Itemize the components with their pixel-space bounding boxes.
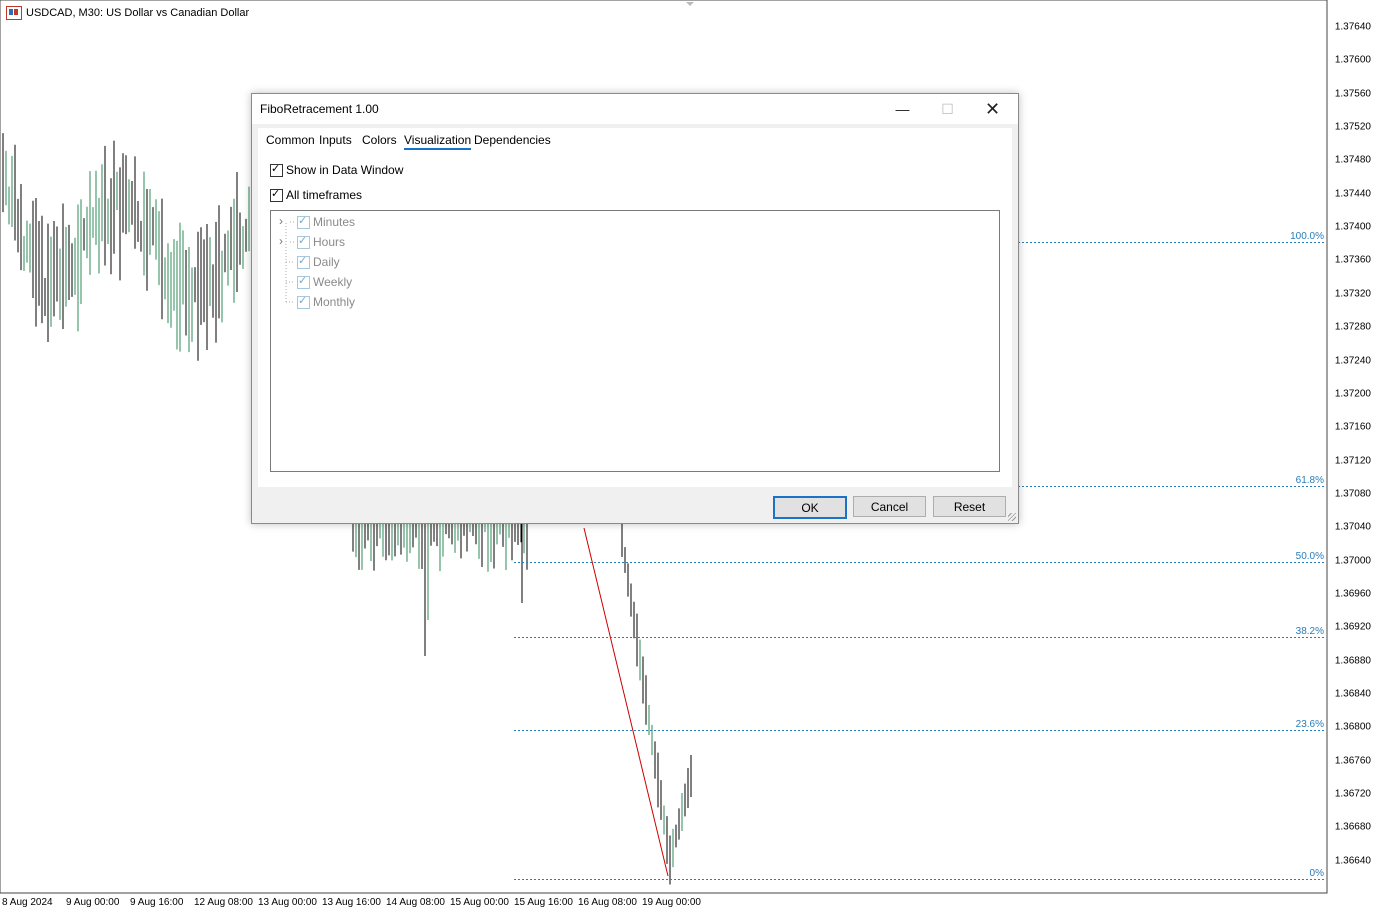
price-tick-label: 1.37640 (1334, 21, 1371, 33)
chevron-right-icon[interactable]: › (279, 234, 283, 248)
price-tick-label: 1.37240 (1334, 355, 1371, 366)
price-tick-label: 1.37440 (1334, 188, 1371, 200)
cancel-button[interactable]: Cancel (853, 496, 926, 517)
monthly-checkbox[interactable] (297, 294, 310, 309)
show-in-data-window-checkbox[interactable] (270, 162, 283, 177)
minimize-icon[interactable]: — (880, 94, 925, 124)
time-tick-label: 9 Aug 00:00 (66, 897, 120, 908)
all-timeframes-checkbox[interactable] (270, 187, 283, 202)
dialog-titlebar[interactable]: FiboRetracement 1.00 — ☐ ✕ (252, 94, 1018, 124)
resize-grip-icon[interactable] (1008, 513, 1016, 521)
tab-common[interactable]: Common (266, 133, 315, 147)
price-tick-label: 1.36920 (1334, 621, 1371, 633)
time-tick-label: 15 Aug 16:00 (514, 897, 573, 908)
fib-level-label: 50.0% (1295, 550, 1324, 562)
price-tick-label: 1.37600 (1334, 54, 1371, 66)
weekly-checkbox[interactable] (297, 274, 310, 289)
all-timeframes-option[interactable]: All timeframes (270, 187, 363, 202)
tree-item-minutes[interactable]: Minutes (297, 214, 356, 229)
tab-inputs[interactable]: Inputs (319, 133, 352, 147)
price-tick-label: 1.37000 (1334, 555, 1371, 567)
tree-item-label: Hours (313, 235, 346, 249)
price-tick-label: 1.36720 (1334, 788, 1371, 800)
time-tick-label: 12 Aug 08:00 (194, 897, 253, 908)
price-tick-label: 1.37120 (1334, 455, 1371, 467)
price-tick-label: 1.37040 (1334, 521, 1371, 533)
time-tick-label: 13 Aug 00:00 (258, 897, 317, 908)
all-timeframes-label: All timeframes (286, 188, 363, 202)
tree-item-monthly[interactable]: Monthly (297, 294, 356, 309)
tree-item-label: Daily (313, 255, 340, 269)
time-tick-label: 13 Aug 16:00 (322, 897, 381, 908)
chart-symbol-label: USDCAD, M30: US Dollar vs Canadian Dolla… (26, 7, 250, 19)
time-tick-label: 8 Aug 2024 (2, 897, 53, 908)
time-tick-label: 14 Aug 08:00 (386, 897, 445, 908)
tree-item-daily[interactable]: Daily (297, 254, 340, 269)
time-tick-label: 15 Aug 00:00 (450, 897, 509, 908)
price-tick-label: 1.37480 (1334, 154, 1371, 166)
fib-level-label: 0% (1309, 867, 1324, 879)
hours-checkbox[interactable] (297, 234, 310, 249)
price-tick-label: 1.37320 (1334, 288, 1371, 300)
price-tick-label: 1.36840 (1334, 688, 1371, 700)
price-tick-label: 1.37400 (1334, 221, 1371, 233)
fib-level-label: 38.2% (1295, 625, 1324, 637)
tab-dependencies[interactable]: Dependencies (474, 133, 551, 147)
price-tick-label: 1.36760 (1334, 755, 1371, 767)
time-tick-label: 16 Aug 08:00 (578, 897, 637, 908)
price-tick-label: 1.37200 (1334, 388, 1371, 400)
dialog-title: FiboRetracement 1.00 (260, 102, 379, 116)
price-tick-label: 1.37280 (1334, 321, 1371, 333)
price-tick-label: 1.36640 (1334, 855, 1371, 867)
chart-window-icon (6, 6, 22, 20)
price-tick-label: 1.36880 (1334, 655, 1371, 667)
visualization-panel: Show in Data Window All timeframes › › M… (258, 154, 1012, 487)
timeframes-tree: › › Minutes Hours Daily Weekly Monthly (270, 210, 1000, 472)
price-tick-label: 1.37520 (1334, 121, 1371, 133)
show-in-data-window-label: Show in Data Window (286, 163, 404, 177)
fib-level-label: 100.0% (1290, 230, 1324, 242)
dialog-tabs: Common Inputs Colors Visualization Depen… (258, 128, 1012, 154)
tab-colors[interactable]: Colors (362, 133, 397, 147)
time-tick-label: 9 Aug 16:00 (130, 897, 184, 908)
close-icon[interactable]: ✕ (970, 94, 1015, 124)
time-tick-label: 19 Aug 00:00 (642, 897, 701, 908)
price-tick-label: 1.36680 (1334, 821, 1371, 833)
fib-level-label: 61.8% (1295, 474, 1324, 486)
fibo-properties-dialog: FiboRetracement 1.00 — ☐ ✕ Common Inputs… (251, 93, 1019, 524)
show-in-data-window-option[interactable]: Show in Data Window (270, 162, 404, 177)
tree-item-label: Minutes (313, 215, 356, 229)
chart-title: USDCAD, M30: US Dollar vs Canadian Dolla… (6, 6, 249, 20)
tree-item-label: Monthly (313, 295, 356, 309)
reset-button[interactable]: Reset (933, 496, 1006, 517)
price-tick-label: 1.37560 (1334, 88, 1371, 100)
price-tick-label: 1.37160 (1334, 421, 1371, 433)
tab-visualization[interactable]: Visualization (404, 133, 472, 150)
tree-item-weekly[interactable]: Weekly (297, 274, 353, 289)
price-tick-label: 1.36960 (1334, 588, 1371, 600)
tree-item-label: Weekly (313, 275, 353, 289)
price-tick-label: 1.37080 (1334, 488, 1371, 500)
daily-checkbox[interactable] (297, 254, 310, 269)
price-tick-label: 1.37360 (1334, 254, 1371, 266)
ok-button[interactable]: OK (773, 496, 847, 519)
chevron-right-icon[interactable]: › (279, 214, 283, 228)
minutes-checkbox[interactable] (297, 214, 310, 229)
fib-level-label: 23.6% (1295, 718, 1324, 730)
price-tick-label: 1.36800 (1334, 721, 1371, 733)
tree-item-hours[interactable]: Hours (297, 234, 346, 249)
maximize-icon[interactable]: ☐ (925, 94, 970, 124)
